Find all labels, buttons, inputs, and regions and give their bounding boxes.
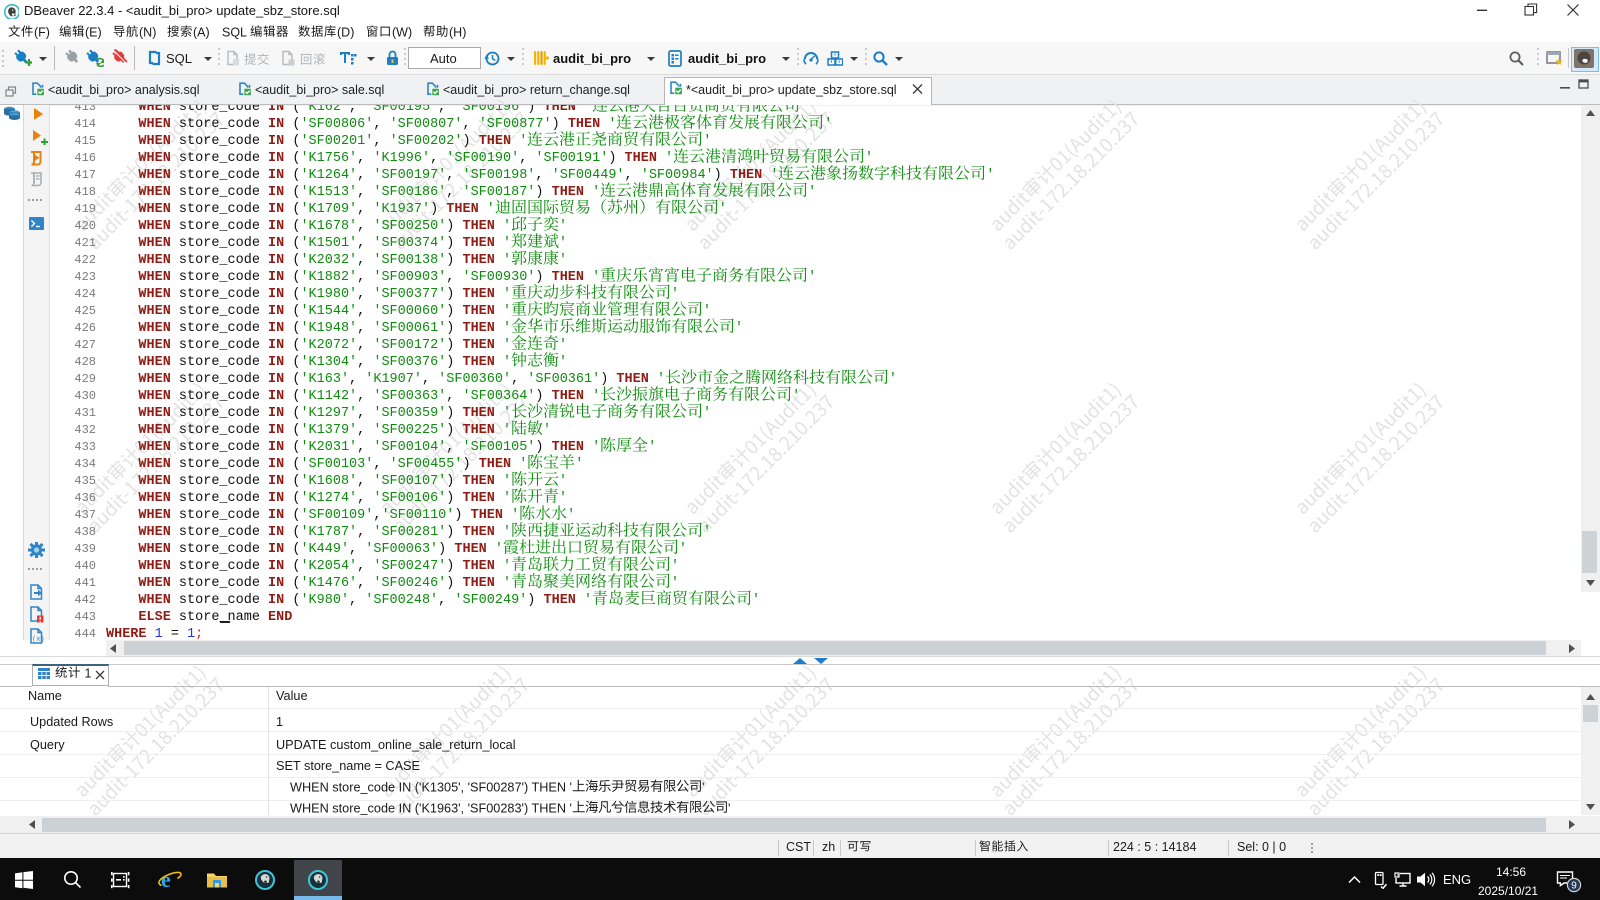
svg-text:(x): (x) <box>32 636 44 644</box>
svg-text:9: 9 <box>1571 881 1577 892</box>
svg-text:e: e <box>161 868 171 892</box>
